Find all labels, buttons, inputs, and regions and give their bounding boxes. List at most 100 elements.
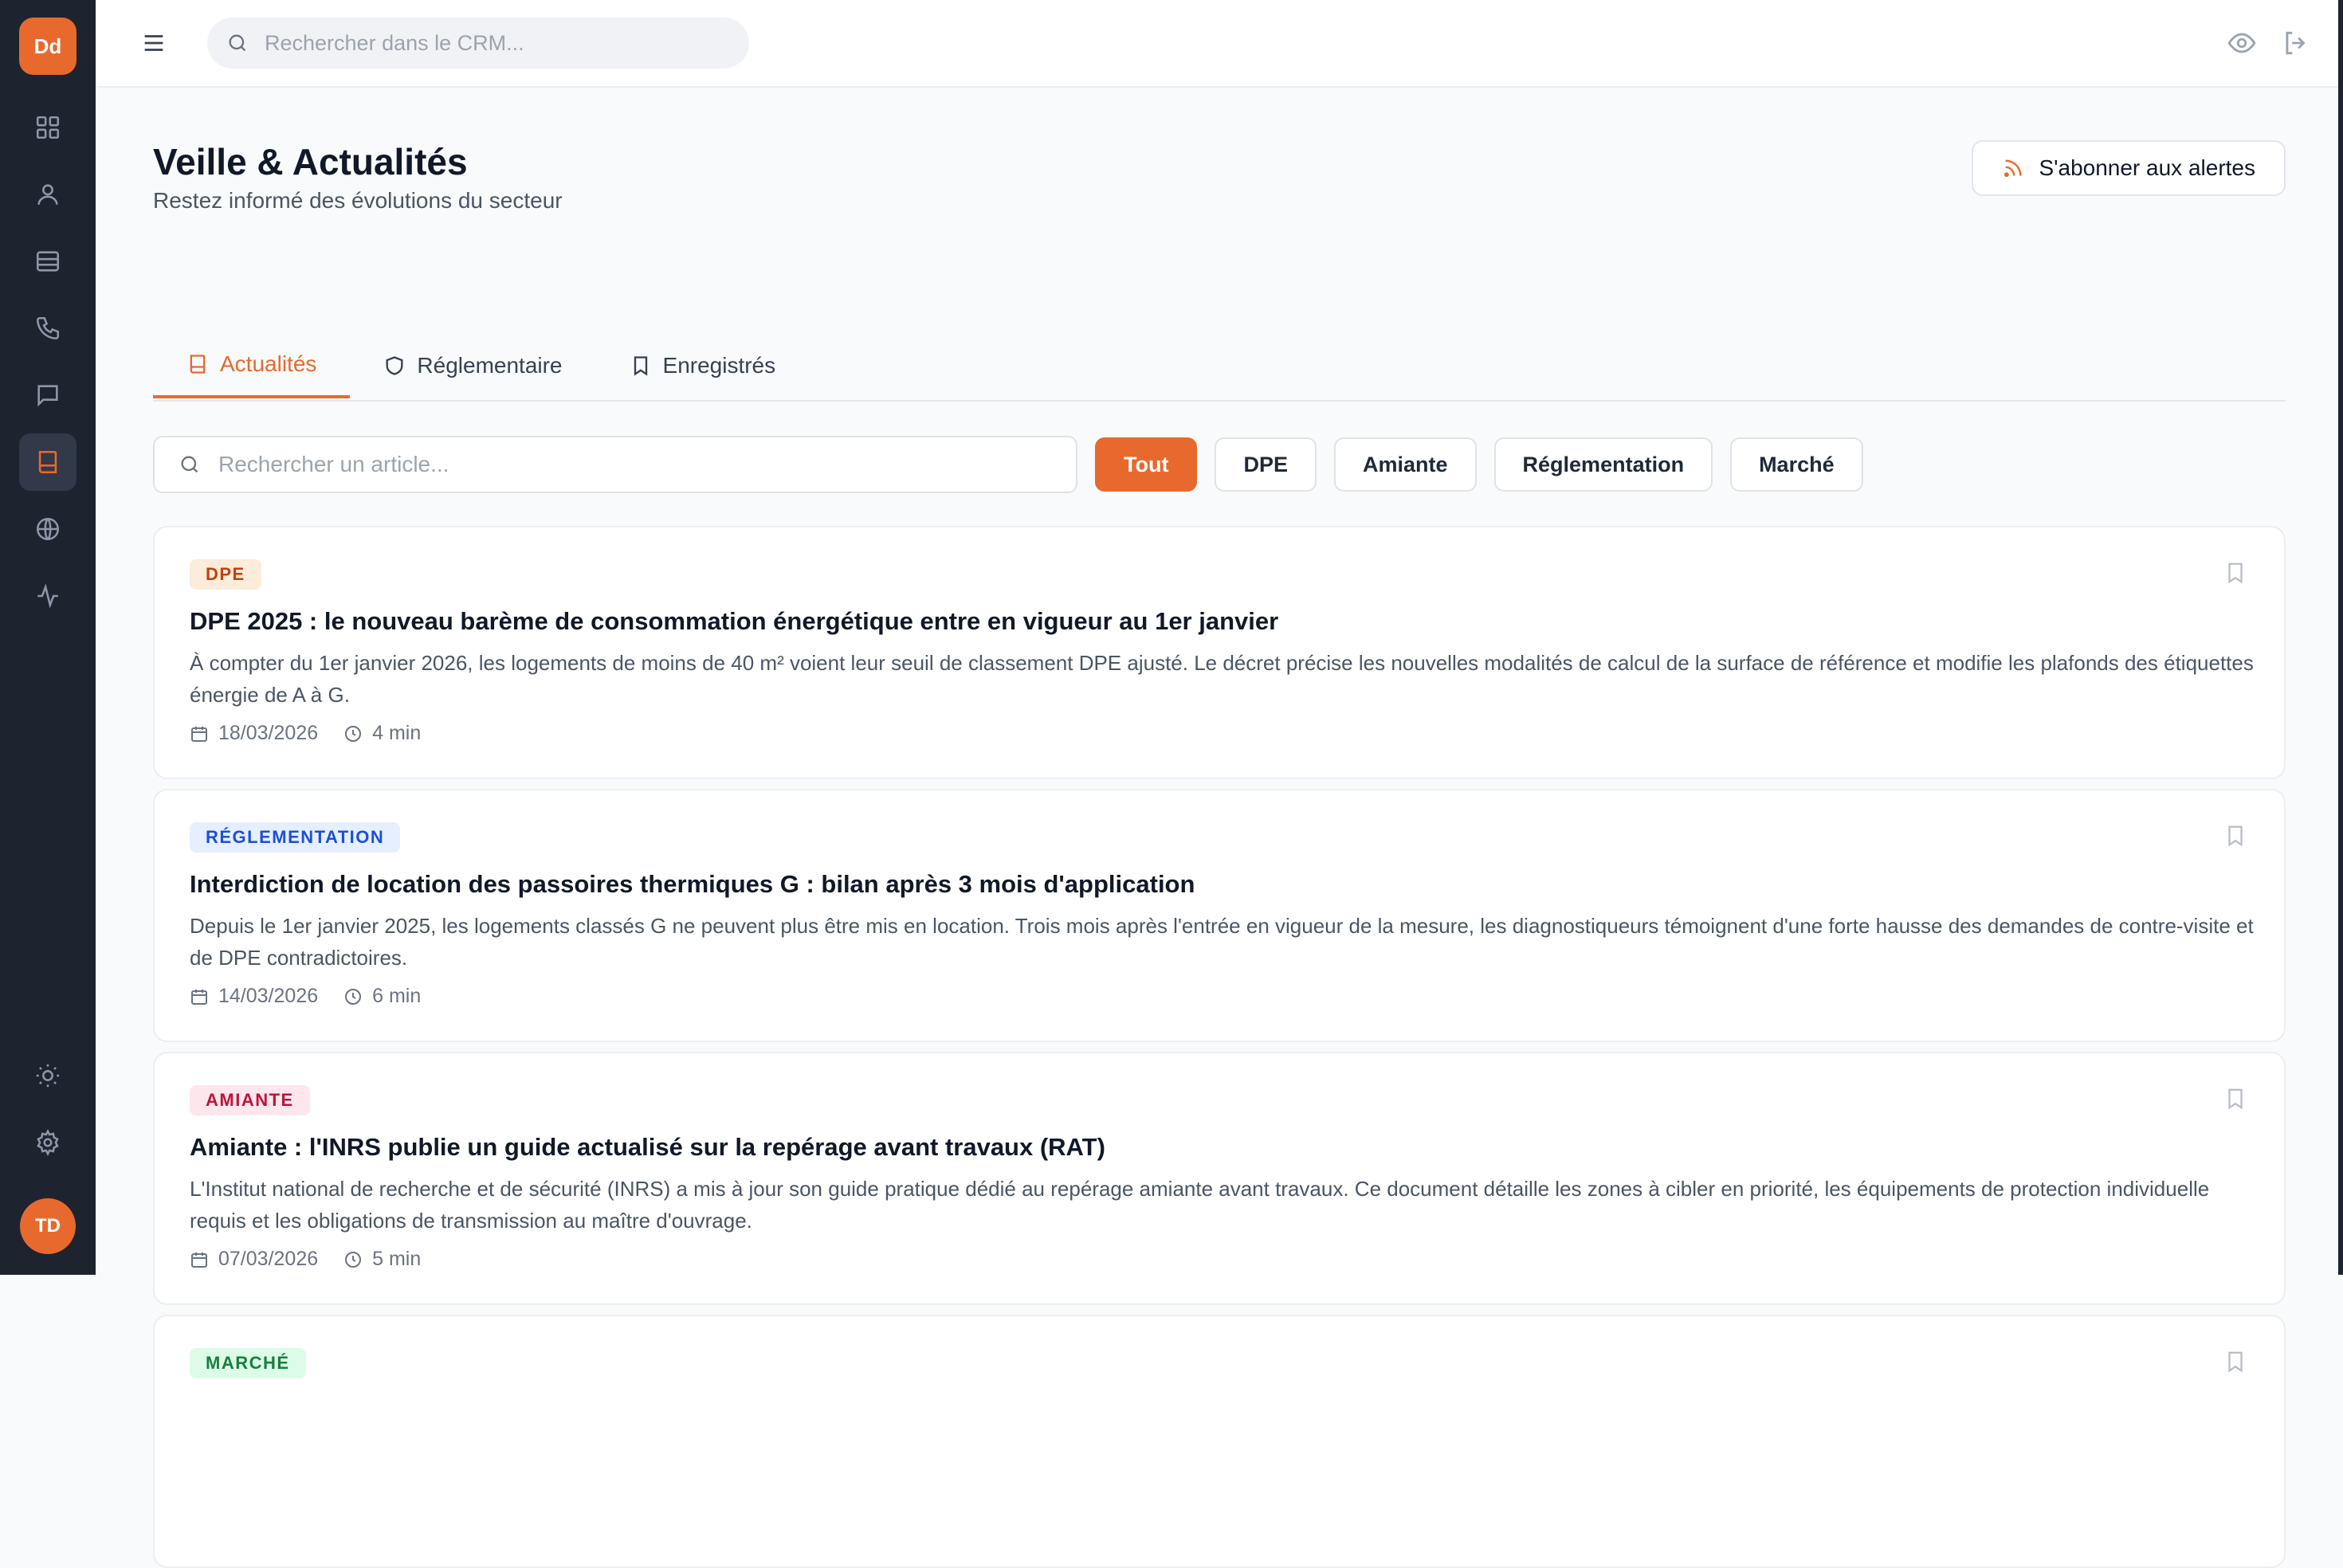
nav-news[interactable]: [19, 433, 77, 491]
article-title[interactable]: DPE 2025 : le nouveau barème de consomma…: [190, 606, 2249, 637]
sidebar-bottom: TD: [19, 1047, 77, 1254]
filter-chip-tout[interactable]: Tout: [1095, 437, 1198, 492]
article-card[interactable]: MARCHÉ: [153, 1315, 2286, 1568]
user-icon: [34, 181, 61, 208]
read-time-text: 6 min: [372, 985, 422, 1007]
category-badge: DPE: [190, 559, 261, 590]
sidebar-nav: [19, 99, 77, 625]
calendar-icon: [190, 724, 209, 743]
nav-contacts[interactable]: [19, 166, 77, 223]
category-badge: AMIANTE: [190, 1085, 310, 1115]
topbar: [96, 0, 2343, 88]
article-card[interactable]: DPE DPE 2025 : le nouveau barème de cons…: [153, 526, 2286, 779]
tab-enregistres[interactable]: Enregistrés: [596, 333, 810, 398]
window-edge: [2338, 0, 2343, 1275]
article-search[interactable]: [153, 436, 1077, 493]
eye-icon[interactable]: [2227, 28, 2257, 58]
top-actions: [2227, 28, 2311, 58]
tab-label: Actualités: [220, 351, 317, 376]
clock-icon: [343, 724, 363, 743]
filter-chip-reglementation[interactable]: Réglementation: [1493, 437, 1713, 492]
article-excerpt: À compter du 1er janvier 2026, les logem…: [190, 651, 2254, 707]
subscribe-label: S'abonner aux alertes: [2039, 155, 2255, 180]
bookmark-icon[interactable]: [2223, 824, 2247, 848]
read-time-text: 5 min: [372, 1248, 422, 1270]
bookmark-icon[interactable]: [2223, 561, 2247, 585]
date-text: 07/03/2026: [218, 1248, 319, 1270]
filter-chip-amiante[interactable]: Amiante: [1334, 437, 1477, 492]
logout-icon[interactable]: [2281, 28, 2311, 58]
article-title[interactable]: Interdiction de location des passoires t…: [190, 868, 2249, 900]
nav-calls[interactable]: [19, 300, 77, 357]
article-date: 14/03/2026: [190, 985, 318, 1008]
article-card[interactable]: AMIANTE Amiante : l'INRS publie un guide…: [153, 1052, 2286, 1305]
tab-actualites[interactable]: Actualités: [153, 333, 351, 398]
clock-icon: [343, 1250, 363, 1269]
article-date: 07/03/2026: [190, 1248, 318, 1271]
read-time-text: 4 min: [372, 722, 422, 744]
rss-icon: [2002, 157, 2024, 179]
category-badge: RÉGLEMENTATION: [190, 822, 401, 853]
theme-toggle-button[interactable]: [19, 1047, 77, 1104]
phone-icon: [34, 315, 61, 342]
nav-records[interactable]: [19, 233, 77, 290]
search-icon: [226, 32, 249, 54]
chat-icon: [34, 382, 61, 409]
calendar-icon: [190, 1250, 209, 1269]
app-logo[interactable]: Dd: [19, 18, 77, 75]
nav-messages[interactable]: [19, 367, 77, 424]
date-text: 18/03/2026: [218, 722, 319, 744]
article-meta: 14/03/2026 6 min: [190, 985, 2249, 1008]
bookmark-icon: [630, 355, 652, 377]
article-date: 18/03/2026: [190, 722, 318, 745]
book-icon: [186, 353, 209, 375]
search-icon: [179, 453, 201, 476]
page-title: Veille & Actualités: [153, 141, 468, 182]
settings-button[interactable]: [19, 1114, 77, 1171]
grid-icon: [34, 114, 61, 141]
date-text: 14/03/2026: [218, 985, 319, 1007]
page-subtitle: Restez informé des évolutions du secteur: [153, 188, 563, 213]
sidebar: Dd TD: [0, 0, 96, 1275]
shield-icon: [383, 355, 406, 377]
hamburger-icon: [144, 35, 163, 51]
tab-reglementaire[interactable]: Réglementaire: [350, 333, 595, 398]
tab-label: Réglementaire: [417, 353, 563, 378]
bookmark-icon[interactable]: [2223, 1350, 2247, 1374]
page-header: Veille & Actualités Restez informé des é…: [153, 86, 2286, 214]
book-icon: [34, 449, 61, 476]
nav-dashboard[interactable]: [19, 99, 77, 156]
article-read-time: 4 min: [343, 722, 421, 745]
main-content: Veille & Actualités Restez informé des é…: [153, 86, 2286, 1568]
tab-label: Enregistrés: [662, 353, 776, 378]
gear-icon: [34, 1129, 61, 1156]
filter-chips: Tout DPE Amiante Réglementation Marché: [1095, 437, 1863, 492]
menu-toggle-button[interactable]: [140, 29, 167, 57]
article-title[interactable]: Amiante : l'INRS publie un guide actuali…: [190, 1131, 2249, 1163]
global-search-input[interactable]: [263, 29, 712, 57]
nav-activity[interactable]: [19, 567, 77, 625]
global-search[interactable]: [207, 18, 749, 69]
list-icon: [34, 248, 61, 275]
article-meta: 18/03/2026 4 min: [190, 722, 2249, 745]
user-avatar[interactable]: TD: [20, 1198, 76, 1254]
category-badge: MARCHÉ: [190, 1348, 306, 1378]
clock-icon: [343, 987, 363, 1006]
nav-web[interactable]: [19, 500, 77, 558]
subscribe-alerts-button[interactable]: S'abonner aux alertes: [1972, 140, 2286, 196]
bookmark-icon[interactable]: [2223, 1087, 2247, 1111]
tabs: Actualités Réglementaire Enregistrés: [153, 333, 2286, 402]
sun-icon: [34, 1062, 61, 1089]
calendar-icon: [190, 987, 209, 1006]
filter-chip-dpe[interactable]: DPE: [1215, 437, 1317, 492]
article-meta: 07/03/2026 5 min: [190, 1248, 2249, 1271]
article-excerpt: Depuis le 1er janvier 2025, les logement…: [190, 914, 2254, 970]
article-card[interactable]: RÉGLEMENTATION Interdiction de location …: [153, 789, 2286, 1042]
globe-icon: [34, 515, 61, 543]
article-read-time: 6 min: [343, 985, 421, 1008]
article-excerpt: L'Institut national de recherche et de s…: [190, 1177, 2210, 1233]
activity-icon: [34, 582, 61, 610]
article-read-time: 5 min: [343, 1248, 421, 1271]
article-search-input[interactable]: [217, 451, 1017, 478]
filter-chip-marche[interactable]: Marché: [1730, 437, 1863, 492]
